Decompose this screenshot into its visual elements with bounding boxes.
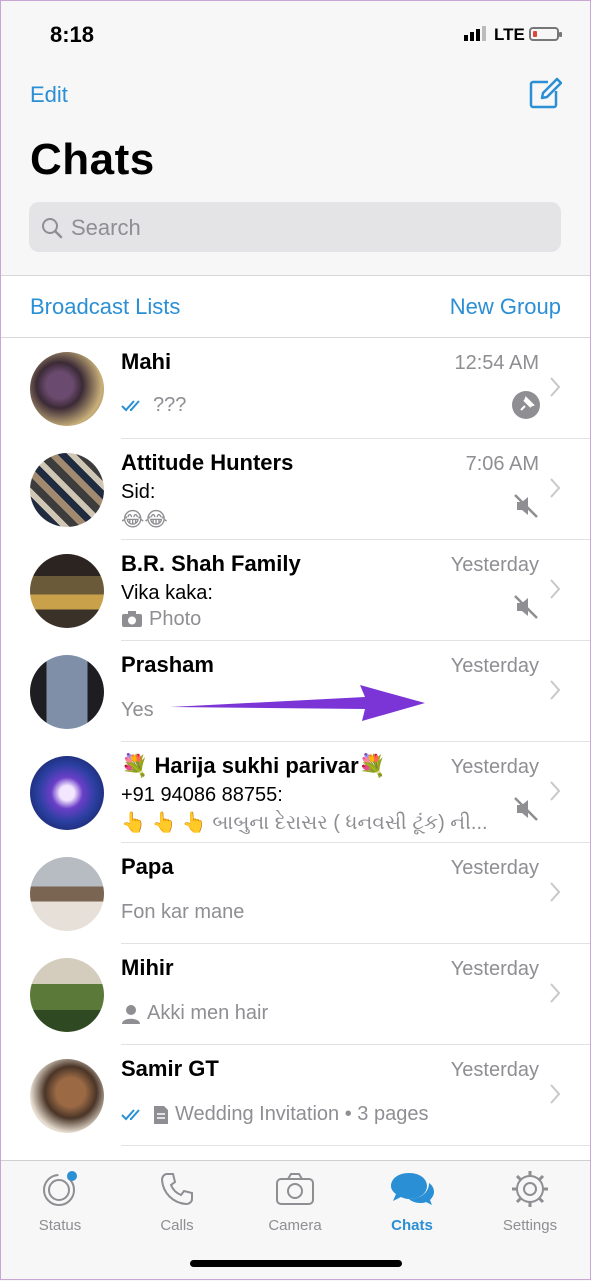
chat-preview: ??? [121,394,186,417]
chat-preview-text: Wedding Invitation • 3 pages [175,1103,429,1125]
chat-preview: Photo [121,608,201,631]
chat-preview-text: ??? [153,394,187,416]
list-actions: Broadcast Lists New Group [0,276,591,338]
chat-preview-text: Photo [149,608,202,630]
chat-name: Mahi [121,349,172,374]
chevron-right-icon [550,882,561,902]
camera-icon [122,611,142,627]
chat-sender: Sid: [121,481,156,503]
chat-name: Attitude Hunters [121,450,294,475]
chat-list: Mahi 12:54 AM ??? Attitude Hunters 7:06 … [0,338,591,1146]
avatar [30,958,104,1032]
chat-sender: Vika kaka: [121,582,213,604]
signal-icon [464,26,486,41]
status-time: 8:18 [50,22,95,47]
network-type: LTE [494,25,525,44]
chat-row[interactable]: Mihir Yesterday Akki men hair [0,944,591,1045]
new-group-button[interactable]: New Group [450,294,561,320]
search-input[interactable]: Search [29,202,561,252]
chevron-right-icon [550,478,561,498]
chats-icon [391,1173,434,1205]
tab-label: Settings [502,1217,558,1234]
muted-icon [514,595,538,619]
page-title: Chats [30,135,155,184]
avatar [30,1059,104,1133]
chat-preview-text: Fon kar mane [121,901,245,923]
chat-time: 7:06 AM [465,453,539,475]
chat-time: Yesterday [450,1059,539,1081]
gear-icon [512,1171,548,1207]
chat-sender: +91 94086 88755: [121,784,283,806]
chat-time: 12:54 AM [454,352,539,374]
avatar [30,554,104,628]
battery-icon [529,27,562,41]
chevron-right-icon [550,983,561,1003]
chevron-right-icon [550,1084,561,1104]
chat-row[interactable]: Papa Yesterday Fon kar mane [0,843,591,944]
status-icon [43,1171,77,1206]
chat-name: Samir GT [121,1056,219,1081]
tab-label: Chats [391,1217,433,1234]
avatar [30,352,104,426]
chat-preview: Yes [121,699,154,722]
chat-preview-text: Akki men hair [147,1002,269,1024]
tab-settings[interactable]: Settings [475,1169,585,1234]
tab-camera[interactable]: Camera [240,1169,350,1234]
broadcast-lists-button[interactable]: Broadcast Lists [30,294,180,320]
compose-icon[interactable] [528,76,562,110]
search-placeholder: Search [71,215,141,240]
annotation-arrow-icon [170,685,425,721]
tab-label: Camera [268,1217,322,1234]
tab-label: Calls [160,1217,194,1234]
tab-chats[interactable]: Chats [357,1169,467,1234]
chat-preview: Wedding Invitation • 3 pages [121,1103,428,1126]
search-icon [42,218,63,239]
chat-preview-text: 😂😂 [121,509,168,531]
tab-label: Status [38,1217,82,1234]
chat-name: 💐 Harija sukhi parivar💐 [121,753,387,778]
chat-row[interactable]: Mahi 12:54 AM ??? [0,338,591,439]
chat-row[interactable]: Attitude Hunters 7:06 AM Sid: 😂😂 [0,439,591,540]
chat-time: Yesterday [450,655,539,677]
edit-button[interactable]: Edit [30,82,68,108]
chat-preview-text: 👆 👆 👆 બાબુના દેરાસર ( ધનવસી ટૂંક) ની... [121,812,488,834]
header-area: 8:18 LTE Edit Chats Search [0,0,591,276]
chat-name: Mihir [121,955,174,980]
contact-icon [122,1004,140,1024]
chat-row[interactable]: 💐 Harija sukhi parivar💐 Yesterday +91 94… [0,742,591,843]
avatar [30,453,104,527]
avatar [30,756,104,830]
home-indicator[interactable] [190,1260,402,1267]
muted-icon [514,494,538,518]
avatar [30,655,104,729]
phone-icon [160,1173,193,1206]
chevron-right-icon [550,377,561,397]
chat-name: Papa [121,854,174,879]
read-ticks-icon [121,399,140,411]
chat-time: Yesterday [450,554,539,576]
chevron-right-icon [550,680,561,700]
chat-preview: Akki men hair [121,1002,268,1025]
chevron-right-icon [550,579,561,599]
muted-icon [514,797,538,821]
chat-time: Yesterday [450,958,539,980]
chat-name: Prasham [121,652,214,677]
camera-icon [276,1173,314,1205]
chat-name: B.R. Shah Family [121,551,301,576]
chat-preview: Fon kar mane [121,901,244,924]
pin-icon [512,391,540,419]
document-icon [154,1105,168,1124]
chat-row[interactable]: Samir GT Yesterday Wedding Invitation • … [0,1045,591,1146]
chat-row[interactable]: B.R. Shah Family Yesterday Vika kaka: Ph… [0,540,591,641]
chevron-right-icon [550,781,561,801]
chat-preview-text: Yes [121,699,154,721]
read-ticks-icon [121,1108,140,1120]
tab-status[interactable]: Status [5,1169,115,1234]
chat-time: Yesterday [450,857,539,879]
avatar [30,857,104,931]
chat-time: Yesterday [450,756,539,778]
tab-calls[interactable]: Calls [122,1169,232,1234]
